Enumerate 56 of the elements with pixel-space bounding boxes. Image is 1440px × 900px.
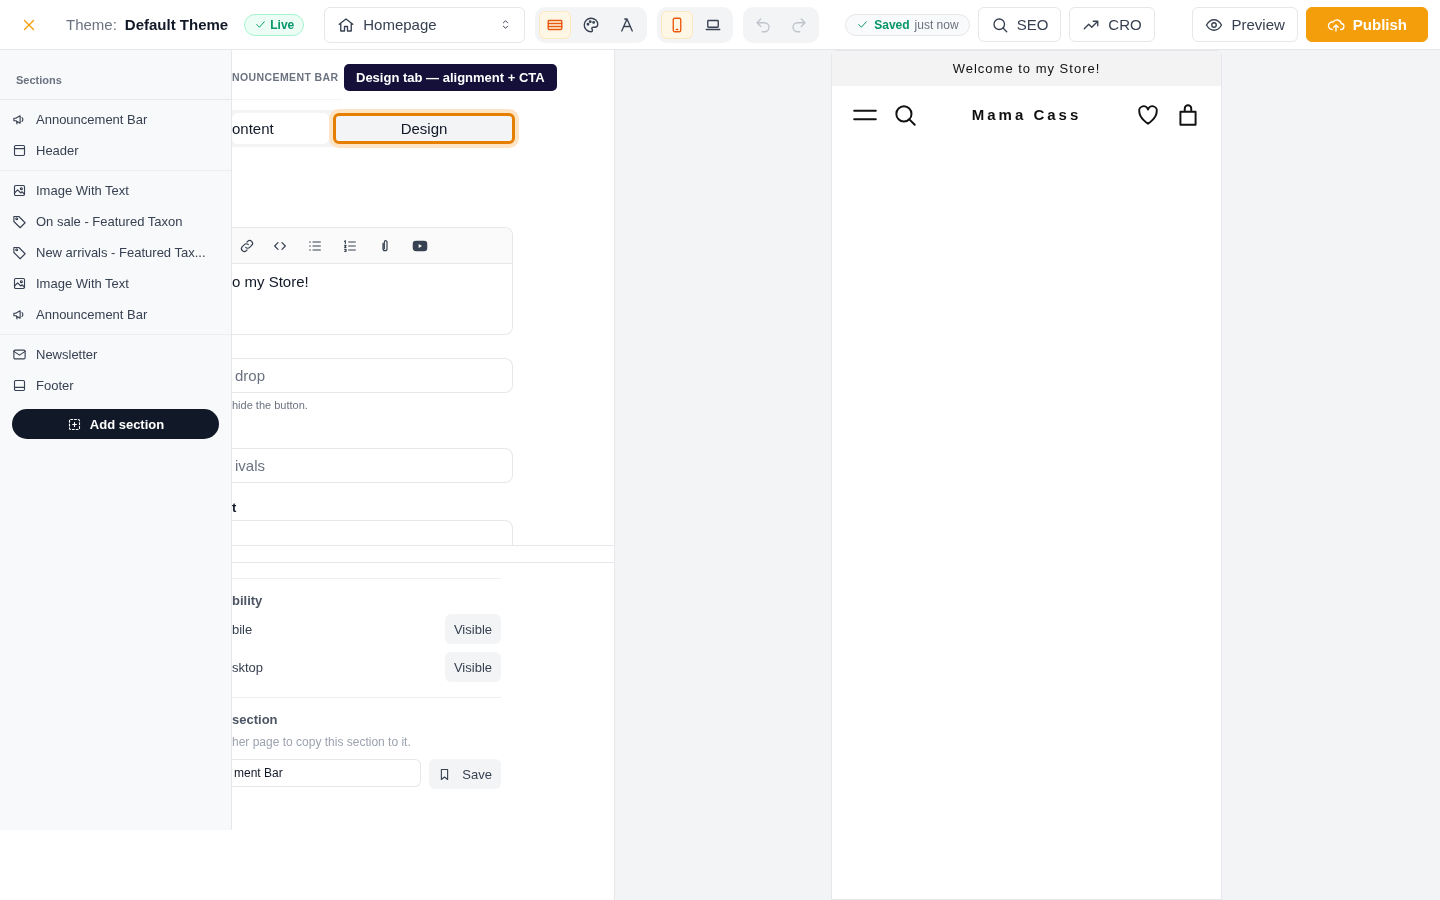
section-item[interactable]: On sale - Featured Taxon	[0, 206, 231, 237]
rich-text-editor[interactable]: o my Store!	[232, 227, 513, 335]
section-title: NOUNCEMENT BAR	[232, 50, 342, 100]
preview-button[interactable]: Preview	[1192, 7, 1298, 42]
tag-icon	[12, 245, 27, 260]
mail-icon	[12, 347, 27, 362]
visibility-heading: bility	[232, 593, 264, 608]
add-icon	[66, 416, 82, 432]
page-select[interactable]: Homepage	[324, 6, 526, 43]
device-label: bile	[232, 621, 253, 637]
seo-button[interactable]: SEO	[977, 7, 1062, 42]
section-item[interactable]: New arrivals - Featured Tax...	[0, 237, 231, 268]
section-item[interactable]: Header	[0, 135, 231, 166]
editor-text: o my Store!	[232, 272, 310, 290]
section-name-field[interactable]: ment Bar	[232, 759, 422, 787]
search-icon	[990, 15, 1009, 34]
device-label: sktop	[232, 659, 264, 675]
live-badge: Live	[244, 13, 305, 36]
section-item[interactable]: Image With Text	[0, 175, 231, 206]
panel-icon	[12, 378, 27, 393]
theme-name: Default Theme	[124, 16, 229, 33]
tooltip: Design tab — alignment + CTA	[344, 64, 557, 91]
save-button[interactable]: Save	[429, 759, 501, 789]
copy-hint: her page to copy this section to it.	[232, 735, 412, 749]
field-label: t	[232, 500, 238, 515]
undo-icon	[754, 15, 773, 34]
check-icon	[254, 18, 268, 31]
save-status: Saved just now	[845, 13, 970, 36]
window-icon	[12, 143, 27, 158]
image-icon	[12, 183, 27, 198]
section-item[interactable]: Newsletter	[0, 339, 231, 370]
tab[interactable]: ontent	[232, 113, 329, 144]
numbered-list-icon[interactable]	[341, 237, 358, 254]
sidebar-title: Sections	[0, 50, 231, 100]
visible-button[interactable]: Visible	[444, 614, 501, 644]
field-hint: hide the button.	[232, 399, 309, 411]
add-section-button[interactable]: Add section	[12, 409, 219, 439]
section-item[interactable]: Announcement Bar	[0, 299, 231, 330]
section-item[interactable]: Footer	[0, 370, 231, 401]
input-field[interactable]	[232, 520, 513, 545]
check-icon	[856, 18, 870, 31]
input-field[interactable]: ivals	[232, 448, 513, 483]
tag-icon	[12, 214, 27, 229]
redo-icon	[790, 15, 809, 34]
theme-label: Theme:	[66, 16, 117, 33]
copy-heading: section	[232, 712, 279, 727]
announcement-bar: Welcome to my Store!	[832, 51, 1221, 86]
input-field[interactable]: drop	[232, 358, 513, 393]
link-icon[interactable]	[239, 237, 255, 254]
cro-button[interactable]: CRO	[1069, 7, 1155, 42]
section-item[interactable]: Announcement Bar	[0, 104, 231, 135]
visible-button[interactable]: Visible	[444, 652, 501, 682]
palette-icon	[582, 15, 601, 34]
store-name: Mama Cass	[970, 106, 1083, 123]
section-item[interactable]: Image With Text	[0, 268, 231, 299]
image-icon	[12, 276, 27, 291]
